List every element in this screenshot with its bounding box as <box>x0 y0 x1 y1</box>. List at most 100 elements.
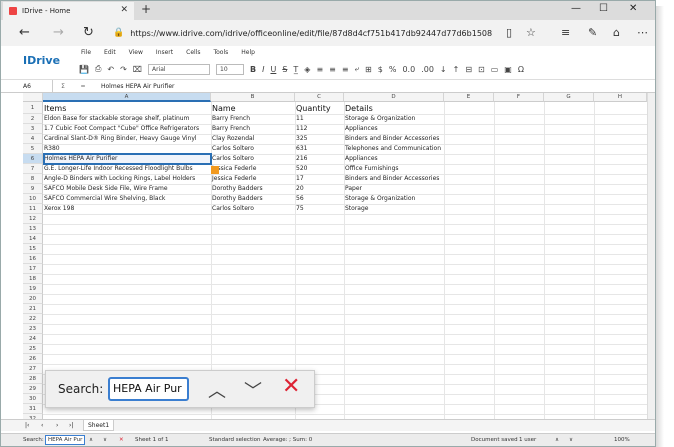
table-cell[interactable]: 56 <box>295 194 344 204</box>
vertical-scrollbar[interactable] <box>647 93 655 423</box>
users-count[interactable]: 1 user <box>519 437 536 443</box>
sort-ascending-icon[interactable]: ↓ <box>440 65 447 74</box>
find-next-icon[interactable]: ﹀ <box>244 377 262 403</box>
column-header-a[interactable]: A <box>43 93 211 102</box>
table-cell[interactable]: 75 <box>295 204 344 214</box>
row-header[interactable]: 11 <box>23 204 43 214</box>
table-cell[interactable]: SAFCO Commercial Wire Shelving, Black <box>43 194 211 204</box>
row-header[interactable]: 12 <box>23 214 43 224</box>
menu-file[interactable]: File <box>81 49 91 56</box>
fill-handle[interactable] <box>211 166 219 174</box>
table-cell[interactable]: 17 <box>295 174 344 184</box>
row-header[interactable]: 16 <box>23 254 43 264</box>
wrap-text-icon[interactable]: ⤶ <box>355 64 359 74</box>
share-icon[interactable]: ⌂ <box>613 26 620 39</box>
more-icon[interactable]: ⋯ <box>637 26 648 39</box>
font-color-icon[interactable]: T̲ <box>293 65 298 74</box>
browser-tab[interactable]: IDrive - Home ✕ <box>3 2 134 20</box>
new-tab-icon[interactable]: + <box>141 2 151 16</box>
undo-icon[interactable]: ↶ <box>107 65 114 74</box>
table-cell[interactable]: Barry French <box>211 124 295 134</box>
table-cell[interactable]: Telephones and Communication <box>344 144 444 154</box>
row-header[interactable]: 20 <box>23 294 43 304</box>
print-icon[interactable]: ⎙ <box>95 64 101 74</box>
table-cell[interactable]: G.E. Longer-Life Indoor Recessed Floodli… <box>43 164 211 174</box>
table-cell[interactable]: Barry French <box>211 114 295 124</box>
sort-descending-icon[interactable]: ↑ <box>453 65 460 74</box>
table-cell[interactable]: Carlos Soltero <box>211 144 295 154</box>
table-cell[interactable]: Jessica Federle <box>211 164 295 174</box>
minimize-icon[interactable]: — <box>571 3 581 14</box>
table-cell[interactable]: Office Furnishings <box>344 164 444 174</box>
column-header-b[interactable]: B <box>211 93 295 102</box>
favorite-star-icon[interactable]: ☆ <box>526 26 536 39</box>
menu-help[interactable]: Help <box>241 49 255 56</box>
row-header[interactable]: 8 <box>23 174 43 184</box>
table-cell[interactable]: 631 <box>295 144 344 154</box>
last-sheet-icon[interactable]: ›| <box>69 422 73 429</box>
column-header-c[interactable]: C <box>295 93 344 102</box>
redo-icon[interactable]: ↷ <box>120 65 127 74</box>
zoom-out-icon[interactable]: ∧ <box>555 437 559 443</box>
row-header[interactable]: 17 <box>23 264 43 274</box>
strikethrough-icon[interactable]: S <box>282 65 287 74</box>
column-header-d[interactable]: D <box>344 93 444 102</box>
url-field[interactable]: 🔒 https://www.idrive.com/idrive/officeon… <box>113 24 492 42</box>
table-cell[interactable]: SAFCO Mobile Desk Side File, Wire Frame <box>43 184 211 194</box>
selected-cell[interactable] <box>43 153 212 165</box>
menu-cells[interactable]: Cells <box>186 49 200 56</box>
find-previous-icon[interactable]: ︿ <box>208 377 226 403</box>
insert-rows-icon[interactable]: ⊟ <box>465 65 472 74</box>
row-header[interactable]: 21 <box>23 304 43 314</box>
image-icon[interactable]: ▣ <box>504 65 512 74</box>
table-cell[interactable]: Carlos Soltero <box>211 204 295 214</box>
row-header[interactable]: 5 <box>23 144 43 154</box>
table-cell[interactable]: Binders and Binder Accessories <box>344 134 444 144</box>
currency-icon[interactable]: $ <box>378 65 383 74</box>
row-header[interactable]: 9 <box>23 184 43 194</box>
row-header[interactable]: 4 <box>23 134 43 144</box>
prev-sheet-icon[interactable]: ‹ <box>41 422 43 429</box>
menu-edit[interactable]: Edit <box>104 49 116 56</box>
row-header[interactable]: 15 <box>23 244 43 254</box>
row-header[interactable]: 29 <box>23 384 43 394</box>
close-tab-icon[interactable]: ✕ <box>120 5 128 15</box>
table-cell[interactable]: 112 <box>295 124 344 134</box>
zoom-level[interactable]: 100% <box>614 437 630 443</box>
insert-cols-icon[interactable]: ⊡ <box>478 65 485 74</box>
row-header[interactable]: 6 <box>23 154 43 164</box>
table-cell[interactable]: Carlos Soltero <box>211 154 295 164</box>
find-input[interactable]: HEPA Air Pur <box>108 377 189 401</box>
back-icon[interactable]: ← <box>19 25 30 40</box>
table-cell[interactable]: Dorothy Badders <box>211 184 295 194</box>
table-cell[interactable]: Eldon Base for stackable storage shelf, … <box>43 114 211 124</box>
row-header[interactable]: 7 <box>23 164 43 174</box>
table-cell[interactable]: Binders and Binder Accessories <box>344 174 444 184</box>
clone-formatting-icon[interactable]: ⌧ <box>133 65 142 74</box>
row-header[interactable]: 26 <box>23 354 43 364</box>
table-cell[interactable]: Cardinal Slant-D® Ring Binder, Heavy Gau… <box>43 134 211 144</box>
next-sheet-icon[interactable]: › <box>56 422 58 429</box>
align-right-icon[interactable]: ≡ <box>342 65 349 74</box>
row-header[interactable]: 27 <box>23 364 43 374</box>
row-header[interactable]: 31 <box>23 404 43 414</box>
status-search-close-icon[interactable]: ✕ <box>119 437 124 443</box>
font-name-select[interactable]: Arial <box>148 63 210 75</box>
background-color-icon[interactable]: ◈ <box>304 65 310 74</box>
table-cell[interactable]: 1.7 Cubic Foot Compact "Cube" Office Ref… <box>43 124 211 134</box>
table-cell[interactable]: 520 <box>295 164 344 174</box>
status-search-up-icon[interactable]: ∧ <box>89 437 93 443</box>
table-cell[interactable]: Clay Rozendal <box>211 134 295 144</box>
row-header[interactable]: 13 <box>23 224 43 234</box>
equals-icon[interactable]: = <box>73 83 93 90</box>
table-cell[interactable]: Storage & Organization <box>344 114 444 124</box>
merge-cells-icon[interactable]: ⊞ <box>365 65 372 74</box>
menu-insert[interactable]: Insert <box>156 49 173 56</box>
close-window-icon[interactable]: ✕ <box>629 3 637 14</box>
font-size-select[interactable]: 10 <box>216 63 244 75</box>
special-char-icon[interactable]: Ω <box>518 65 524 74</box>
table-cell[interactable]: Xerox 198 <box>43 204 211 214</box>
row-header[interactable]: 10 <box>23 194 43 204</box>
row-header[interactable]: 19 <box>23 284 43 294</box>
status-search-down-icon[interactable]: ∨ <box>103 437 107 443</box>
